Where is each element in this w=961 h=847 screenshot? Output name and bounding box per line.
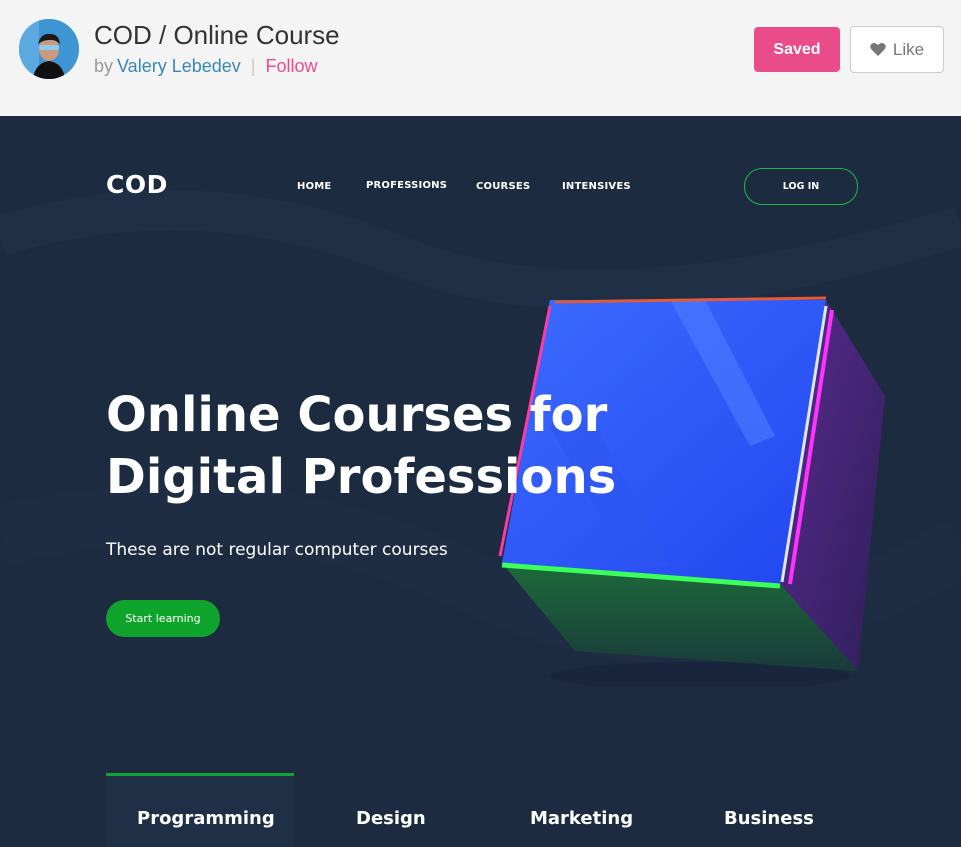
site-logo[interactable]: COD xyxy=(106,170,168,199)
tab-design[interactable]: Design xyxy=(356,808,426,829)
like-label: Like xyxy=(892,39,925,59)
tab-programming[interactable]: Programming xyxy=(137,808,275,829)
start-learning-button[interactable]: Start learning xyxy=(106,600,220,637)
saved-button[interactable]: Saved xyxy=(754,27,840,72)
hero-headline-line-1: Online Courses for xyxy=(106,387,608,443)
heart-icon xyxy=(870,42,886,56)
nav-courses[interactable]: COURSES xyxy=(476,181,530,192)
nav-home[interactable]: HOME xyxy=(297,181,331,192)
byline: by Valery Lebedev | Follow xyxy=(94,56,317,77)
shot-header: COD / Online Course by Valery Lebedev | Fol… xyxy=(0,0,961,116)
hero-headline-line-2: Digital Professions xyxy=(106,449,617,505)
avatar-image xyxy=(19,19,79,79)
hero-subtitle: These are not regular computer courses xyxy=(106,540,448,560)
nav-intensives[interactable]: INTENSIVES xyxy=(562,181,631,192)
page-title: COD / Online Course xyxy=(94,20,340,50)
follow-link[interactable]: Follow xyxy=(265,56,317,76)
tab-business[interactable]: Business xyxy=(724,808,814,829)
tab-active-indicator xyxy=(106,773,294,776)
nav-professions[interactable]: PROFESSIONS xyxy=(366,180,447,191)
avatar[interactable] xyxy=(19,19,79,79)
byline-prefix: by xyxy=(94,56,114,76)
byline-separator: | xyxy=(250,56,256,76)
like-button[interactable]: Like xyxy=(850,26,944,73)
tab-marketing[interactable]: Marketing xyxy=(530,808,633,829)
hero-headline: Online Courses for Digital Professions xyxy=(106,384,616,508)
author-link[interactable]: Valery Lebedev xyxy=(117,56,241,76)
shot-canvas: COD HOME PROFESSIONS COURSES INTENSIVES … xyxy=(0,116,961,847)
login-button[interactable]: LOG IN xyxy=(744,168,858,205)
